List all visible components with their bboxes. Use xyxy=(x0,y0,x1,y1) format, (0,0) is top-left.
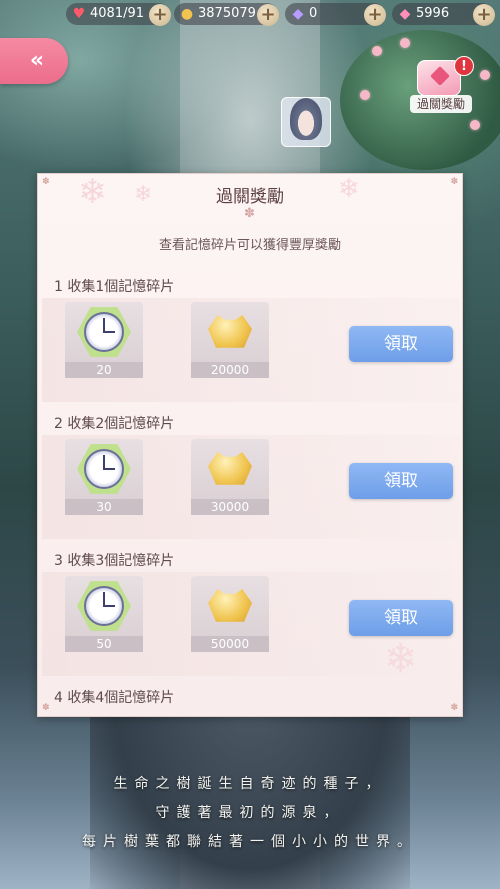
clock-hand xyxy=(103,318,105,332)
reward-row-label: 1 收集1個記憶碎片 xyxy=(54,279,175,295)
stage-reward-panel: ✽ ✽ ✽ ✽ ❄ ❄ ❄ ❄ 過關獎勵 ✽ 查看記憶碎片可以獲得豐厚獎勵 1 … xyxy=(37,172,463,717)
lore-line: 生命之樹誕生自奇迹的種子， xyxy=(113,776,387,792)
claim-button[interactable]: 領取 xyxy=(349,326,453,362)
flower xyxy=(470,120,480,130)
flower xyxy=(372,46,382,56)
alert-badge: ! xyxy=(454,56,474,76)
add-gold-button[interactable]: + xyxy=(257,4,279,26)
flower xyxy=(360,90,370,100)
cat-coin-icon xyxy=(208,589,252,622)
clock-hand xyxy=(103,331,115,333)
claim-button[interactable]: 領取 xyxy=(349,600,453,636)
clock-count: 50 xyxy=(65,636,143,652)
clock-count: 20 xyxy=(65,362,143,378)
back-button[interactable]: « xyxy=(0,38,68,84)
coin-count: 50000 xyxy=(191,636,269,652)
reward-item-coin[interactable]: 20000 xyxy=(191,302,269,378)
clock-hand xyxy=(103,455,105,469)
reward-item-coin[interactable]: 50000 xyxy=(191,576,269,652)
add-diamond-button[interactable]: + xyxy=(364,4,386,26)
double-chevron-left-icon: « xyxy=(29,48,44,73)
character-avatar xyxy=(290,98,322,140)
claim-button[interactable]: 領取 xyxy=(349,463,453,499)
coin-count: 30000 xyxy=(191,499,269,515)
diamond-value: 0 xyxy=(309,6,318,21)
flower xyxy=(480,70,490,80)
reward-row-label: 2 收集2個記憶碎片 xyxy=(54,416,175,432)
heart-icon: ♥ xyxy=(72,6,86,22)
add-pink-diamond-button[interactable]: + xyxy=(473,4,495,26)
panel-subtitle: 查看記憶碎片可以獲得豐厚獎勵 xyxy=(158,238,341,253)
lore-text: 生命之樹誕生自奇迹的種子， 守護著最初的源泉， 每片樹葉都聯結著一個小小的世界。 xyxy=(0,770,500,857)
lore-line: 守護著最初的源泉， xyxy=(155,805,345,821)
flower xyxy=(400,38,410,48)
reward-row-label: 3 收集3個記憶碎片 xyxy=(54,553,175,569)
reward-item-clock[interactable]: 50 xyxy=(65,576,143,652)
add-stamina-button[interactable]: + xyxy=(149,4,171,26)
reward-item-clock[interactable]: 30 xyxy=(65,439,143,515)
character-portrait[interactable] xyxy=(268,84,344,160)
resource-bar: ♥ 4081/91 + ● 3875079 + ◆ 0 + ◆ 5996 + xyxy=(0,3,500,27)
clock-hand xyxy=(103,468,115,470)
reward-item-clock[interactable]: 20 xyxy=(65,302,143,378)
panel-title: 過關獎勵 xyxy=(216,187,284,207)
reward-item-coin[interactable]: 30000 xyxy=(191,439,269,515)
stamina-value: 4081/91 xyxy=(90,6,145,21)
reward-row-label: 4 收集4個記憶碎片 xyxy=(54,690,175,706)
reward-row: 3 收集3個記憶碎片 50 50000 領取 xyxy=(38,544,462,681)
reward-list[interactable]: 1 收集1個記憶碎片 20 20000 領取 2 收集2個記憶碎片 30 300… xyxy=(38,270,462,716)
pink-diamond-icon: ◆ xyxy=(399,6,411,22)
lore-line: 每片樹葉都聯結著一個小小的世界。 xyxy=(82,834,418,850)
cat-coin-icon: ● xyxy=(180,6,194,22)
clock-count: 30 xyxy=(65,499,143,515)
reward-row: 4 收集4個記憶碎片 xyxy=(38,681,462,716)
stage-reward-label[interactable]: 過關獎勵 xyxy=(410,95,472,113)
reward-row: 2 收集2個記憶碎片 30 30000 領取 xyxy=(38,407,462,544)
gold-value: 3875079 xyxy=(198,6,256,21)
pink-diamond-value: 5996 xyxy=(416,6,450,21)
clock-hand xyxy=(103,592,105,606)
cat-coin-icon xyxy=(208,452,252,485)
reward-row: 1 收集1個記憶碎片 20 20000 領取 xyxy=(38,270,462,407)
title-ornament-icon: ✽ xyxy=(244,206,255,221)
diamond-icon: ◆ xyxy=(292,6,304,22)
cat-coin-icon xyxy=(208,315,252,348)
coin-count: 20000 xyxy=(191,362,269,378)
clock-hand xyxy=(103,605,115,607)
